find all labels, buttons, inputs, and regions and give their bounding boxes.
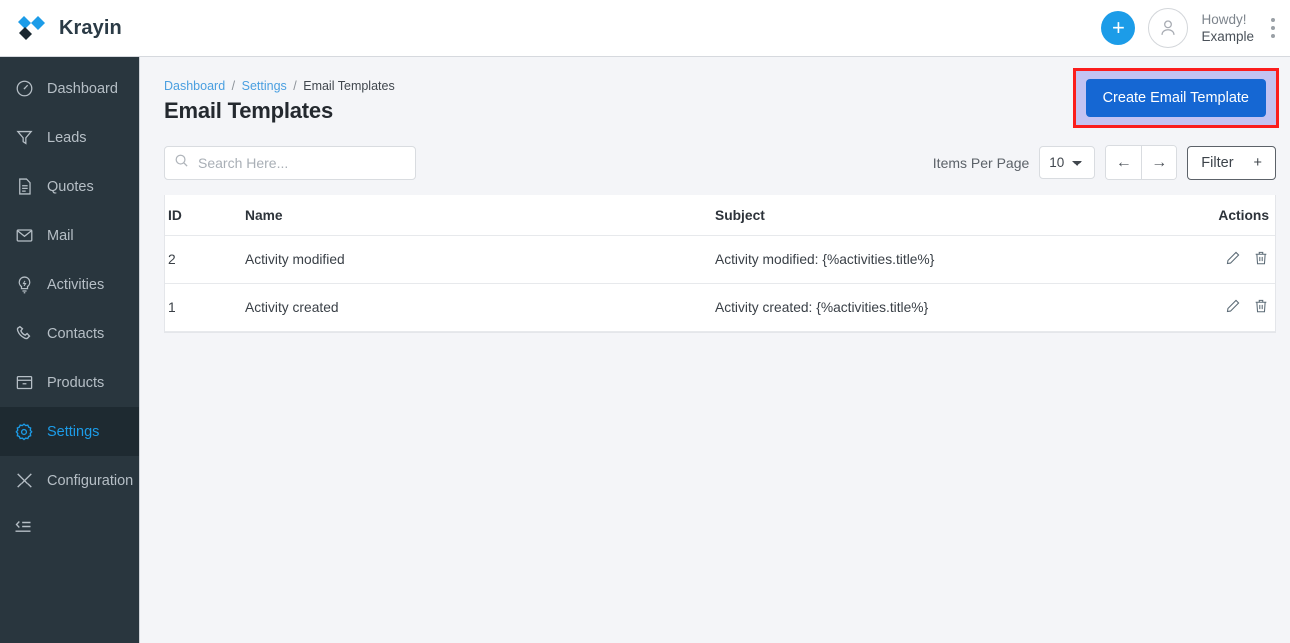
sidebar-item-label: Contacts — [47, 325, 105, 342]
table-row[interactable]: 1 Activity created Activity created: {%a… — [165, 283, 1275, 332]
sidebar-item-label: Products — [47, 374, 105, 391]
table-row[interactable]: 2 Activity modified Activity modified: {… — [165, 235, 1275, 284]
cell-id: 1 — [165, 283, 245, 332]
items-per-page-select[interactable]: 10 — [1039, 146, 1096, 179]
toolbar-right: Items Per Page 10 ← → Filter + — [933, 145, 1276, 180]
cell-subject: Activity modified: {%activities.title%} — [715, 235, 1161, 284]
cell-actions — [1160, 235, 1275, 284]
list-toolbar: Items Per Page 10 ← → Filter + — [164, 145, 1276, 180]
column-header-subject[interactable]: Subject — [715, 195, 1161, 236]
pagination: ← → — [1105, 145, 1178, 180]
row-actions — [1225, 298, 1269, 314]
phone-icon — [13, 323, 35, 345]
tools-icon — [13, 470, 35, 492]
trash-icon[interactable] — [1253, 298, 1269, 314]
sidebar-item-label: Dashboard — [47, 80, 118, 97]
table-body: 2 Activity modified Activity modified: {… — [165, 235, 1275, 332]
kebab-dot — [1271, 18, 1275, 22]
sidebar-item-label: Leads — [47, 129, 87, 146]
breadcrumb-item-dashboard[interactable]: Dashboard — [164, 79, 225, 93]
sidebar-item-label: Mail — [47, 227, 74, 244]
sidebar-item-settings[interactable]: Settings — [0, 407, 139, 456]
box-icon — [13, 372, 35, 394]
row-actions — [1225, 250, 1269, 266]
prev-page-button[interactable]: ← — [1106, 146, 1142, 179]
email-templates-table-card: ID Name Subject Actions 2 Activity modif… — [164, 195, 1276, 333]
sidebar-item-leads[interactable]: Leads — [0, 113, 139, 162]
sidebar-item-label: Settings — [47, 423, 100, 440]
user-greeting[interactable]: Howdy! Example — [1201, 11, 1254, 45]
brand-name: Krayin — [59, 16, 122, 39]
username-text: Example — [1201, 29, 1254, 44]
pencil-icon[interactable] — [1225, 250, 1241, 266]
brand[interactable]: Krayin — [0, 15, 122, 41]
add-button[interactable]: + — [1101, 11, 1136, 45]
app-root: Krayin + Howdy! Example Dashboard Leads … — [0, 0, 1290, 643]
plus-icon: + — [1253, 154, 1262, 171]
breadcrumb-item-settings[interactable]: Settings — [242, 79, 287, 93]
breadcrumb-item-current: Email Templates — [303, 79, 395, 93]
trash-icon[interactable] — [1253, 250, 1269, 266]
gear-icon — [13, 421, 35, 443]
dashboard-icon — [13, 78, 35, 100]
main-content: Dashboard / Settings / Email Templates E… — [141, 57, 1290, 643]
table-header-row: ID Name Subject Actions — [165, 195, 1275, 236]
user-avatar-icon — [1161, 20, 1176, 35]
sidebar-item-activities[interactable]: Activities — [0, 260, 139, 309]
search-input[interactable] — [164, 145, 416, 180]
column-header-id[interactable]: ID — [165, 195, 245, 236]
funnel-icon — [13, 127, 35, 149]
breadcrumb-separator: / — [293, 79, 297, 93]
greeting-text: Howdy! — [1201, 12, 1247, 27]
create-email-template-button[interactable]: Create Email Template — [1085, 79, 1266, 117]
column-header-name[interactable]: Name — [245, 195, 715, 236]
kebab-dot — [1271, 34, 1275, 38]
filter-button[interactable]: Filter + — [1187, 145, 1276, 180]
krayin-logo-icon — [18, 16, 45, 40]
sidebar-item-label: Activities — [47, 276, 105, 293]
column-header-actions: Actions — [1160, 195, 1275, 236]
sidebar-item-label: Configuration — [47, 472, 134, 489]
cell-name: Activity modified — [245, 235, 715, 284]
search-box — [164, 145, 416, 180]
header-right: + Howdy! Example — [1101, 8, 1290, 48]
email-templates-table: ID Name Subject Actions 2 Activity modif… — [165, 195, 1275, 332]
table-header: ID Name Subject Actions — [165, 195, 1275, 236]
lightbulb-icon — [13, 274, 35, 296]
cell-name: Activity created — [245, 283, 715, 332]
pencil-icon[interactable] — [1225, 298, 1241, 314]
kebab-menu-icon[interactable] — [1267, 14, 1279, 42]
next-page-button[interactable]: → — [1141, 146, 1177, 179]
sidebar: Dashboard Leads Quotes Mail Activities C… — [0, 57, 140, 643]
cell-actions — [1160, 283, 1275, 332]
items-per-page-label: Items Per Page — [932, 154, 1030, 171]
sidebar-item-products[interactable]: Products — [0, 358, 139, 407]
kebab-dot — [1271, 26, 1275, 30]
cell-subject: Activity created: {%activities.title%} — [715, 283, 1161, 332]
sidebar-item-quotes[interactable]: Quotes — [0, 162, 139, 211]
sidebar-collapse-icon[interactable] — [0, 505, 139, 549]
document-icon — [13, 176, 35, 198]
avatar[interactable] — [1148, 8, 1189, 48]
cell-id: 2 — [165, 235, 245, 284]
sidebar-item-dashboard[interactable]: Dashboard — [0, 64, 139, 113]
sidebar-item-contacts[interactable]: Contacts — [0, 309, 139, 358]
filter-button-label: Filter — [1201, 154, 1234, 171]
sidebar-item-label: Quotes — [47, 178, 94, 195]
top-header: Krayin + Howdy! Example — [0, 0, 1290, 57]
sidebar-item-mail[interactable]: Mail — [0, 211, 139, 260]
create-email-template-highlight: Create Email Template — [1072, 68, 1279, 128]
sidebar-item-configuration[interactable]: Configuration — [0, 456, 139, 505]
envelope-icon — [13, 225, 35, 247]
breadcrumb-separator: / — [231, 79, 236, 93]
